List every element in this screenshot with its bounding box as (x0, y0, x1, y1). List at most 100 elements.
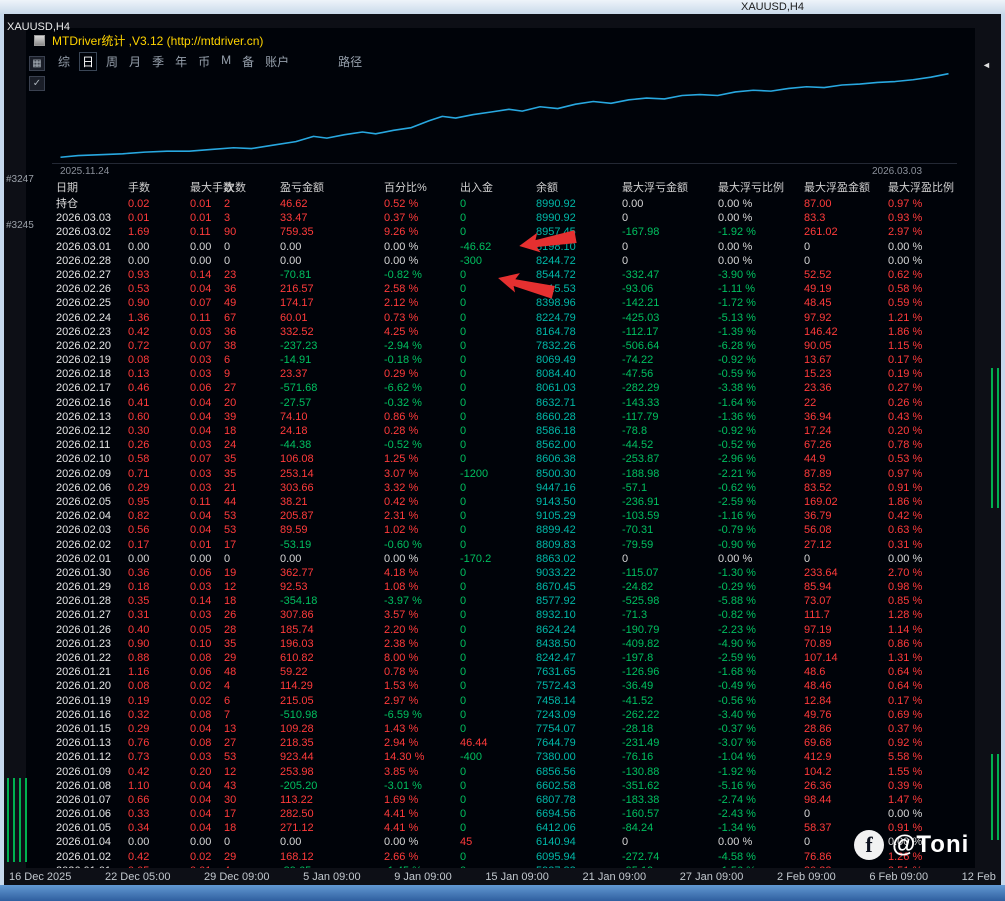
table-cell: 98.44 (804, 793, 888, 807)
table-cell: 0.00 % (888, 254, 966, 268)
table-cell: 67.26 (804, 438, 888, 452)
table-cell: -571.68 (280, 381, 384, 395)
table-cell: 6412.06 (536, 821, 622, 835)
window-title: XAUUSD,H4 (741, 1, 804, 13)
table-row: 持仓0.020.01246.620.52 %08990.920.000.00 %… (56, 197, 972, 211)
table-cell: 0.95 (128, 495, 190, 509)
table-cell: 29 (224, 651, 280, 665)
table-cell: 2026.02.20 (56, 339, 128, 353)
table-cell: 0.08 (128, 353, 190, 367)
table-cell: 216.57 (280, 282, 384, 296)
table-cell: 0.28 % (384, 424, 460, 438)
table-cell: 45 (460, 835, 536, 849)
table-cell: -0.52 % (384, 438, 460, 452)
table-cell: 8932.10 (536, 608, 622, 622)
table-cell: 87.89 (804, 467, 888, 481)
table-cell: -5.13 % (718, 311, 804, 325)
table-cell: 1.25 % (384, 452, 460, 466)
table-cell: -14.91 (280, 353, 384, 367)
table-cell: 5927.82 (536, 864, 622, 868)
column-header: 最大手数 (190, 180, 224, 197)
table-cell: 0.11 (190, 495, 224, 509)
table-cell: -4.90 % (718, 637, 804, 651)
table-cell: 0 (460, 864, 536, 868)
table-cell: 0.07 (190, 452, 224, 466)
table-cell: -1.36 % (718, 410, 804, 424)
table-cell: 0.08 (190, 651, 224, 665)
table-cell: 2026.03.02 (56, 225, 128, 239)
table-cell: 73.07 (804, 594, 888, 608)
table-cell: 8809.83 (536, 538, 622, 552)
table-cell: 0 (460, 651, 536, 665)
table-cell: 8224.79 (536, 311, 622, 325)
table-cell: 0.71 (128, 467, 190, 481)
table-cell: 253.98 (280, 765, 384, 779)
table-cell: 23.36 (804, 381, 888, 395)
table-cell: -272.74 (622, 850, 718, 864)
chart-window-icon[interactable]: ▦ (29, 56, 45, 71)
table-cell: 8899.42 (536, 523, 622, 537)
table-cell: 2026.01.23 (56, 637, 128, 651)
table-cell: 185.74 (280, 623, 384, 637)
table-cell: 0.00 % (888, 240, 966, 254)
table-cell: 0.27 % (888, 381, 966, 395)
table-cell: -2.74 % (718, 793, 804, 807)
table-cell: 0.13 (128, 367, 190, 381)
table-cell: -1.11 % (718, 282, 804, 296)
table-cell: 0.01 (190, 864, 224, 868)
table-row: 2026.02.090.710.0335253.143.07 %-1200850… (56, 467, 972, 481)
table-cell: 0.40 (128, 623, 190, 637)
table-cell: 0 (460, 339, 536, 353)
table-cell: 0.02 (190, 679, 224, 693)
table-cell: -4.58 % (718, 850, 804, 864)
table-cell: 0.29 (128, 722, 190, 736)
table-cell: 0.01 (190, 211, 224, 225)
table-cell: 0.04 (190, 779, 224, 793)
table-cell: 89.59 (280, 523, 384, 537)
table-cell: 2.38 % (384, 637, 460, 651)
table-cell: 7572.43 (536, 679, 622, 693)
table-row: 2026.02.030.560.045389.591.02 %08899.42-… (56, 523, 972, 537)
table-cell: 0.04 (190, 793, 224, 807)
table-row: 2026.01.120.730.0353923.4414.30 %-400738… (56, 750, 972, 764)
table-row: 2026.02.050.950.114438.210.42 %09143.50-… (56, 495, 972, 509)
table-cell: 2026.01.15 (56, 722, 128, 736)
table-cell: 23 (224, 268, 280, 282)
table-cell: 97.19 (804, 623, 888, 637)
table-cell: -170.2 (460, 552, 536, 566)
table-cell: 0.03 (190, 353, 224, 367)
table-cell: 8069.49 (536, 353, 622, 367)
table-cell: 0.00 (622, 197, 718, 211)
time-axis[interactable]: 16 Dec 202522 Dec 05:0029 Dec 09:005 Jan… (4, 868, 1001, 885)
table-cell: 13 (224, 722, 280, 736)
table-cell: -160.57 (622, 807, 718, 821)
table-cell: 1.86 % (888, 325, 966, 339)
table-row: 2026.02.100.580.0735106.081.25 %08606.38… (56, 452, 972, 466)
table-cell: -53.19 (280, 538, 384, 552)
table-cell: 27.12 (804, 538, 888, 552)
table-cell: 39 (224, 410, 280, 424)
table-cell: 0.82 (128, 509, 190, 523)
table-cell: 18 (224, 424, 280, 438)
table-cell: 923.44 (280, 750, 384, 764)
table-cell: 7631.65 (536, 665, 622, 679)
indicator-check-icon[interactable]: ✓ (29, 76, 45, 91)
table-cell: 0.60 (128, 410, 190, 424)
table-cell: 0 (460, 608, 536, 622)
table-cell: -425.03 (622, 311, 718, 325)
table-cell: 0.98 % (888, 580, 966, 594)
table-cell: 0.06 (190, 381, 224, 395)
scroll-left-icon[interactable]: ◄ (982, 60, 991, 70)
table-cell: 44.9 (804, 452, 888, 466)
window-titlebar[interactable]: XAUUSD,H4 (0, 0, 1005, 14)
table-cell: 28.86 (804, 722, 888, 736)
table-cell: 0.64 % (888, 679, 966, 693)
table-cell: -70.31 (622, 523, 718, 537)
table-cell: 2.97 % (888, 225, 966, 239)
table-cell: 0.03 (190, 467, 224, 481)
table-cell: 0.04 (190, 410, 224, 424)
table-cell: -70.81 (280, 268, 384, 282)
table-cell: -237.23 (280, 339, 384, 353)
table-cell: 48.46 (804, 679, 888, 693)
table-cell: 9447.16 (536, 481, 622, 495)
